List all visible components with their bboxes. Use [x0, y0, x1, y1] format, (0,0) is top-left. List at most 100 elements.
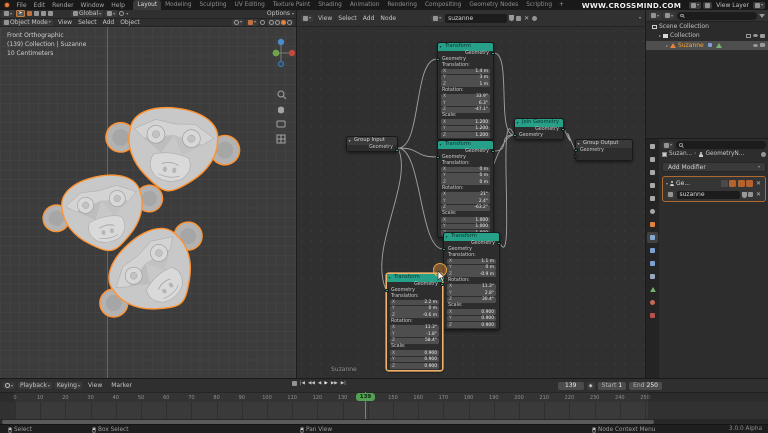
geometry-output-socket[interactable]	[491, 149, 495, 154]
node-header[interactable]: Group Input	[347, 137, 397, 145]
scale-y-field[interactable]: Y 1.200	[441, 125, 490, 132]
workspace-tab-scripting[interactable]: Scripting	[522, 0, 556, 10]
scale-x-field[interactable]: X 0.900	[447, 309, 496, 315]
rotation-y-field[interactable]: Y 6.3°	[441, 100, 490, 107]
node-tree-name-field[interactable]: suzanne	[445, 13, 508, 23]
mode-select[interactable]: Object Mode ▾	[2, 18, 53, 26]
rotation-y-field[interactable]: Y 2.4°	[441, 198, 490, 205]
current-frame-field[interactable]: 139	[557, 381, 584, 390]
shading-material-icon[interactable]	[281, 19, 286, 25]
proportional-edit-icon[interactable]	[119, 11, 125, 17]
node-link[interactable]	[397, 147, 438, 158]
properties-tab-tool[interactable]	[647, 141, 658, 152]
properties-tab-output[interactable]	[647, 167, 658, 178]
node-link[interactable]	[493, 134, 515, 152]
node-link[interactable]	[381, 147, 402, 291]
sync-icon[interactable]	[292, 381, 297, 386]
expand-icon[interactable]: ▾	[666, 181, 668, 186]
geometry-input-socket[interactable]	[436, 155, 440, 160]
scale-y-field[interactable]: Y 1.000	[441, 223, 490, 230]
outliner-filter-mode[interactable]: ▾	[663, 12, 676, 19]
scale-y-field[interactable]: Y 0.900	[447, 315, 496, 322]
viewport-menu-add[interactable]: Add	[100, 19, 118, 26]
workspace-tab-modeling[interactable]: Modeling	[161, 0, 195, 10]
workspace-tab-rendering[interactable]: Rendering	[383, 0, 421, 10]
properties-tab-modifier[interactable]	[647, 232, 658, 243]
gizmos-dropdown[interactable]: ▾	[231, 18, 244, 26]
node-header[interactable]: Transform	[444, 233, 499, 241]
properties-tab-view-layer[interactable]	[647, 180, 658, 191]
scale-y-field[interactable]: Y 0.900	[390, 356, 439, 363]
keying-menu[interactable]: Keying ▾	[54, 382, 82, 389]
active-tool-select-box[interactable]: ➤	[16, 10, 26, 18]
translation-z-field[interactable]: Z 0 m	[441, 179, 490, 186]
add-modifier-button[interactable]: Add Modifier ▾	[662, 162, 766, 172]
blender-logo-icon[interactable]	[4, 2, 10, 8]
viewport-3d[interactable]: Front Orthographic (139) Collection | Suz…	[0, 27, 296, 378]
geometry-output-socket[interactable]	[561, 127, 565, 132]
expand-icon[interactable]: ▸	[666, 43, 668, 48]
workspace-tab-uv-editing[interactable]: UV Editing	[231, 0, 269, 10]
shading-wireframe-icon[interactable]	[269, 19, 274, 25]
duplicate-icon[interactable]	[34, 11, 40, 17]
editor-type-select[interactable]: ▾	[301, 14, 314, 22]
workspace-tab-sculpting[interactable]: Sculpting	[196, 0, 231, 10]
xray-toggle-icon[interactable]	[260, 19, 265, 25]
rotation-x-field[interactable]: X 11.3°	[447, 283, 496, 290]
viewport-menu-select[interactable]: Select	[75, 19, 100, 26]
properties-tab-physics[interactable]	[647, 258, 658, 269]
workspace-tab-geometry-nodes[interactable]: Geometry Nodes	[465, 0, 522, 10]
node-editor-menu-node[interactable]: Node	[377, 15, 399, 22]
properties-tab-material[interactable]	[647, 297, 658, 308]
node-link[interactable]	[563, 128, 576, 151]
node-link[interactable]	[493, 52, 515, 136]
properties-editor-type[interactable]: ▾	[662, 141, 675, 149]
transform-node-1[interactable]: TransformGeometryGeometryTranslation:X0 …	[436, 140, 495, 238]
group-input-node[interactable]: Group Input Geometry	[346, 136, 399, 153]
shading-rendered-icon[interactable]	[287, 19, 292, 25]
viewport-menu-view[interactable]: View	[55, 19, 75, 26]
properties-tab-render[interactable]	[647, 154, 658, 165]
jump-to-end-button[interactable]: ▶|	[341, 381, 346, 386]
blank-input-socket[interactable]	[574, 154, 578, 159]
node-link[interactable]	[397, 58, 438, 149]
node-header[interactable]: Transform	[387, 274, 442, 282]
node-header[interactable]: Join Geometry	[515, 119, 563, 127]
properties-tab-scene[interactable]	[647, 193, 658, 204]
translation-z-field[interactable]: Z -0.9 m	[447, 271, 496, 278]
geometry-input-socket[interactable]	[574, 148, 578, 153]
properties-tab-world[interactable]	[647, 206, 658, 217]
breadcrumb-modifier[interactable]: GeometryN...	[705, 151, 744, 157]
geometry-output-socket[interactable]	[395, 148, 399, 153]
modifier-tree-field[interactable]: suzanne	[676, 190, 741, 199]
view-layer-select[interactable]	[703, 1, 713, 9]
topbar-menu-file[interactable]: File	[13, 2, 30, 9]
render-icon[interactable]	[746, 33, 751, 38]
node-header[interactable]: Transform	[438, 43, 493, 51]
node-editor-menu-select[interactable]: Select	[335, 15, 360, 22]
eye-icon[interactable]	[753, 34, 758, 38]
next-keyframe-button[interactable]: ▶▶	[331, 381, 338, 386]
rotation-y-field[interactable]: Y -1.8°	[390, 331, 439, 338]
rotation-x-field[interactable]: X 33.9°	[441, 93, 490, 100]
transform-orientation-select[interactable]: Global ▾	[71, 10, 104, 18]
translation-z-field[interactable]: Z -0.6 m	[390, 312, 439, 319]
workspace-tab-shading[interactable]: Shading	[314, 0, 346, 10]
node-header[interactable]: Group Output	[576, 140, 632, 148]
origin-icon[interactable]	[27, 11, 33, 17]
outliner-row-collection[interactable]: ▸ Collection	[646, 31, 768, 40]
translation-y-field[interactable]: Y 0 m	[390, 305, 439, 312]
transform-node-2[interactable]: TransformGeometryGeometryTranslation:X1.…	[442, 232, 501, 330]
modifier-icon[interactable]	[707, 42, 713, 48]
workspace-tab-layout[interactable]: Layout	[133, 0, 162, 10]
translation-y-field[interactable]: Y 0 m	[441, 172, 490, 179]
start-frame-field[interactable]: Start 1	[597, 381, 627, 390]
scale-x-field[interactable]: X 1.000	[441, 217, 490, 223]
geometry-output-socket[interactable]	[497, 241, 501, 246]
topbar-menu-window[interactable]: Window	[77, 2, 108, 9]
node-editor-canvas[interactable]: Group Input Geometry Join Geometry Geome…	[296, 27, 645, 378]
expand-icon[interactable]: ▸	[659, 33, 661, 38]
scale-z-field[interactable]: Z 0.900	[447, 322, 496, 328]
filter-icon[interactable]	[759, 13, 765, 18]
translation-x-field[interactable]: X 0 m	[441, 166, 490, 173]
